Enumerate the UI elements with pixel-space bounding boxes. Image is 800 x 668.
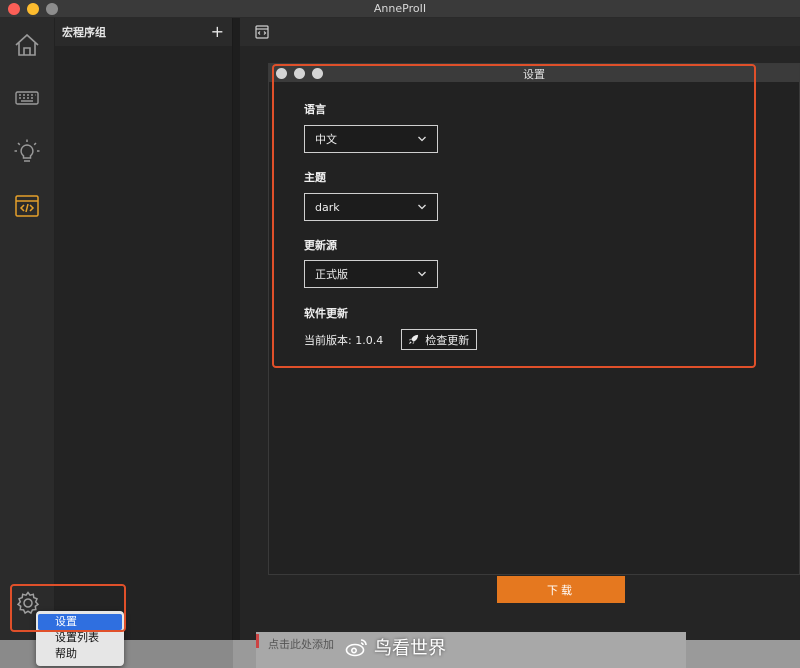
macro-group-title: 宏程序组	[62, 26, 106, 39]
gear-highlight-box	[10, 584, 126, 632]
main-toolbar	[240, 18, 800, 46]
add-hint-text[interactable]: 点击此处添加	[268, 636, 334, 652]
add-group-button[interactable]: +	[211, 24, 224, 40]
menu-item-help[interactable]: 帮助	[36, 646, 124, 662]
watermark: 鸟看世界	[345, 634, 446, 660]
weibo-logo-icon	[345, 639, 367, 657]
keyboard-icon[interactable]	[13, 84, 41, 112]
watermark-text: 鸟看世界	[374, 638, 446, 659]
app-title: AnneProII	[373, 2, 427, 15]
macro-group-header: 宏程序组 +	[55, 18, 232, 46]
bottom-accent-bar	[256, 634, 259, 648]
lightbulb-icon[interactable]	[13, 138, 41, 166]
settings-highlight-box	[272, 64, 756, 368]
home-icon[interactable]	[13, 31, 41, 59]
sidebar	[0, 18, 55, 640]
download-button[interactable]: 下载	[497, 576, 625, 603]
macro-group-panel: 宏程序组 +	[55, 18, 233, 640]
window-titlebar: AnneProII	[0, 0, 800, 18]
menu-item-settings-list[interactable]: 设置列表	[36, 630, 124, 646]
code-tab-icon[interactable]	[255, 25, 269, 39]
code-icon[interactable]	[13, 192, 41, 220]
